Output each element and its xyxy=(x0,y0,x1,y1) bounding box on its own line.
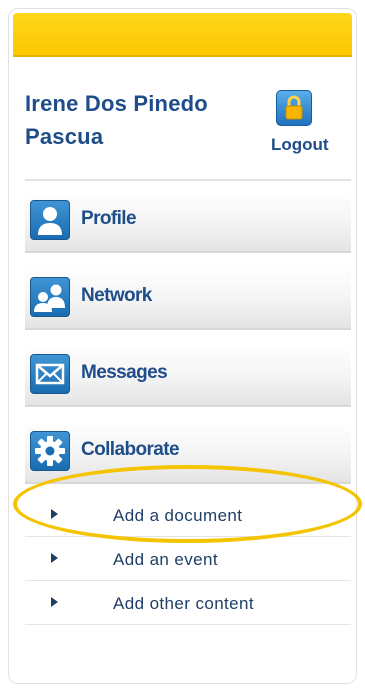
people-icon xyxy=(30,277,70,317)
envelope-icon xyxy=(30,354,70,394)
caret-right-icon xyxy=(51,597,58,607)
nav-item-profile[interactable]: Profile xyxy=(25,189,351,253)
submenu-item-add-event[interactable]: Add an event xyxy=(25,537,351,581)
caret-right-icon xyxy=(51,509,58,519)
nav-label-messages: Messages xyxy=(81,362,168,383)
submenu-item-add-document[interactable]: Add a document xyxy=(25,493,351,537)
gear-icon xyxy=(30,431,70,471)
caret-right-icon xyxy=(51,553,58,563)
header-bar xyxy=(13,13,352,57)
nav-label-network: Network xyxy=(81,285,152,306)
nav-item-network[interactable]: Network xyxy=(25,266,351,330)
submenu-item-add-other-content[interactable]: Add other content xyxy=(25,581,351,625)
logout-link[interactable]: Logout xyxy=(271,135,329,155)
submenu-label: Add a document xyxy=(113,506,243,525)
submenu-label: Add other content xyxy=(113,594,255,613)
divider xyxy=(25,179,351,181)
user-name: Irene Dos Pinedo Pascua xyxy=(25,91,208,149)
padlock-icon[interactable] xyxy=(276,90,312,126)
nav-item-messages[interactable]: Messages xyxy=(25,343,351,407)
nav-item-collaborate[interactable]: Collaborate xyxy=(25,420,351,484)
person-icon xyxy=(30,200,70,240)
user-info: Irene Dos Pinedo Pascua Logout xyxy=(9,69,356,179)
submenu-label: Add an event xyxy=(113,550,218,569)
user-menu-panel: Irene Dos Pinedo Pascua Logout Profile N… xyxy=(8,8,357,684)
nav-label-collaborate: Collaborate xyxy=(81,439,180,460)
nav-label-profile: Profile xyxy=(81,208,137,229)
